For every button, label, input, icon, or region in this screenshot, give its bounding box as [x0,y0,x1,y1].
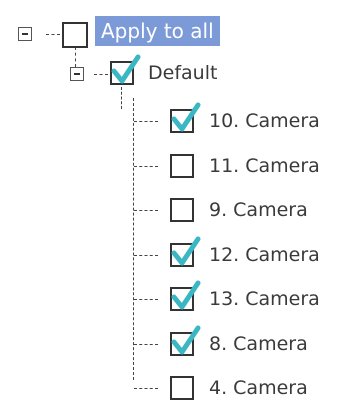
check-icon [171,325,201,355]
camera-label[interactable]: 10. Camera [209,109,320,133]
camera-checkbox[interactable] [170,198,194,222]
check-icon [171,280,201,310]
tree-connector [134,388,158,389]
camera-tree: Apply to all Default 10. Camera 11. Camer… [0,0,346,407]
camera-checkbox[interactable] [170,376,194,400]
camera-checkbox[interactable] [170,154,194,178]
tree-connector [133,98,134,380]
camera-label[interactable]: 4. Camera [209,376,308,400]
group-checkbox[interactable] [110,54,141,85]
tree-connector [121,87,122,109]
group-collapse-toggle[interactable] [70,67,84,81]
camera-label[interactable]: 8. Camera [209,332,308,356]
camera-checkbox[interactable] [170,236,201,267]
root-collapse-toggle[interactable] [18,27,32,41]
camera-label[interactable]: 9. Camera [209,198,308,222]
camera-label[interactable]: 12. Camera [209,243,320,267]
tree-connector [134,255,158,256]
camera-checkbox[interactable] [170,325,201,356]
tree-connector [134,210,158,211]
tree-connector [94,74,108,75]
root-label[interactable]: Apply to all [95,16,220,46]
tree-connector [134,299,158,300]
check-icon [171,236,201,266]
root-checkbox[interactable] [62,22,88,48]
camera-checkbox[interactable] [170,102,201,133]
tree-connector [134,344,158,345]
tree-connector [134,166,158,167]
check-icon [111,54,141,84]
group-label[interactable]: Default [148,61,217,85]
tree-connector [46,34,60,35]
tree-connector [134,121,158,122]
camera-checkbox[interactable] [170,280,201,311]
camera-label[interactable]: 11. Camera [209,154,320,178]
check-icon [171,102,201,132]
camera-label[interactable]: 13. Camera [209,287,320,311]
tree-connector [75,47,76,67]
